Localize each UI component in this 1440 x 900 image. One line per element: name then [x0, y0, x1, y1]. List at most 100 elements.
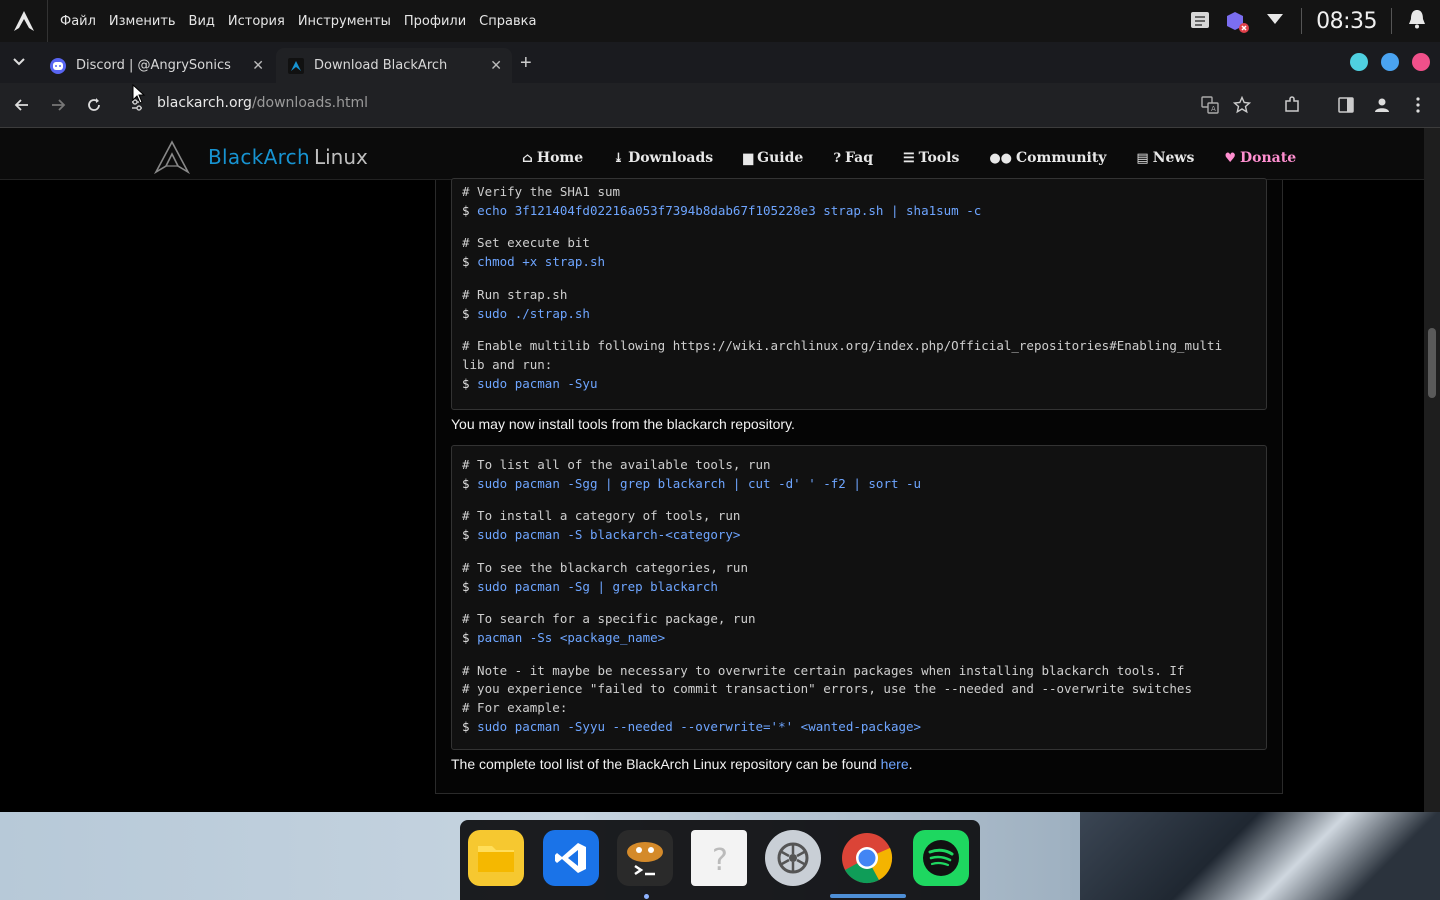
code-gap: [462, 272, 1256, 286]
book-icon: ▆: [743, 150, 754, 166]
code-block-install: # Verify the SHA1 sum $ echo 3f121404fd02…: [451, 178, 1267, 410]
more-menu-icon[interactable]: [1406, 93, 1430, 117]
close-icon[interactable]: ✕: [252, 58, 264, 74]
close-window-button[interactable]: [1412, 53, 1430, 71]
forward-icon[interactable]: [46, 93, 70, 117]
close-icon[interactable]: ✕: [490, 58, 502, 74]
menu-edit[interactable]: Изменить: [109, 14, 176, 29]
home-icon: ⌂: [522, 150, 533, 166]
code-command: $ echo 3f121404fd02216a053f7394b8dab67f1…: [462, 202, 1256, 221]
chrome-icon[interactable]: [839, 830, 895, 886]
code-comment: # you experience "failed to commit trans…: [462, 680, 1256, 699]
tray-separator: [1301, 8, 1303, 34]
code-text: echo 3f121404fd02216a053f7394b8dab67f105…: [477, 202, 982, 218]
bookmark-star-icon[interactable]: [1230, 93, 1254, 117]
code-comment: # For example:: [462, 699, 1256, 718]
translate-icon[interactable]: A: [1198, 93, 1222, 117]
profile-icon[interactable]: [1370, 93, 1394, 117]
download-content-panel: # Verify the SHA1 sum $ echo 3f121404fd02…: [435, 178, 1283, 794]
shield-muted-icon[interactable]: [1223, 8, 1251, 34]
nav-downloads[interactable]: ⤓ Downloads: [613, 150, 713, 166]
code-command: $ sudo pacman -S blackarch-<category>: [462, 526, 1256, 545]
clipboard-icon[interactable]: [1187, 9, 1215, 33]
code-text: sudo pacman -Syu: [477, 375, 598, 391]
back-icon[interactable]: [10, 93, 34, 117]
code-comment: # Verify the SHA1 sum: [462, 183, 1256, 202]
question-file-icon[interactable]: ?: [691, 830, 747, 886]
code-comment: # Set execute bit: [462, 234, 1256, 253]
minimize-button[interactable]: [1350, 53, 1368, 71]
reload-icon[interactable]: [82, 93, 106, 117]
nav-tools[interactable]: ☰ Tools: [903, 150, 959, 166]
address-path: /downloads.html: [251, 95, 368, 111]
nav-label: Home: [536, 150, 584, 166]
tab-search-button[interactable]: [8, 51, 30, 73]
here-link[interactable]: here: [881, 756, 909, 772]
dock-running-dot: [644, 894, 649, 899]
nav-label: Community: [1016, 150, 1107, 166]
list-icon: ☰: [903, 150, 915, 166]
code-text: # To list all of the available tools, ru…: [462, 457, 771, 472]
newspaper-icon: ▤: [1136, 150, 1149, 166]
code-command: $ chmod +x strap.sh: [462, 253, 1256, 272]
code-comment: # To install a category of tools, run: [462, 507, 1256, 526]
code-command: $ sudo pacman -Sgg | grep blackarch | cu…: [462, 475, 1256, 494]
code-comment: # Run strap.sh: [462, 286, 1256, 305]
menu-history[interactable]: История: [228, 14, 285, 29]
spotify-icon[interactable]: [913, 830, 969, 886]
terminal-icon[interactable]: [617, 830, 673, 886]
site-nav-links: ⌂ Home ⤓ Downloads ▆ Guide ? Faq ☰ Tools ●● Co…: [522, 150, 1326, 166]
shell-prompt: $: [462, 202, 478, 218]
nav-label: Tools: [918, 150, 960, 166]
shell-prompt: $: [462, 375, 478, 391]
menu-tools[interactable]: Инструменты: [298, 14, 391, 29]
tab-blackarch[interactable]: Download BlackArch ✕: [276, 48, 512, 83]
desktop-wallpaper: ?: [0, 812, 1440, 900]
nav-news[interactable]: ▤ News: [1136, 150, 1194, 166]
blackarch-icon: [288, 57, 304, 74]
shell-prompt: $: [462, 475, 478, 491]
tab-discord[interactable]: Discord | @AngrySonics ✕: [38, 48, 274, 83]
clock[interactable]: 08:35: [1316, 9, 1377, 34]
new-tab-button[interactable]: +: [520, 53, 532, 73]
code-text: # Note - it maybe be necessary to overwr…: [462, 662, 1185, 678]
arch-logo-icon[interactable]: [0, 0, 48, 42]
nav-community[interactable]: ●● Community: [989, 150, 1106, 166]
shell-prompt: $: [462, 527, 478, 543]
os-top-panel: Файл Изменить Вид История Инструменты Пр…: [0, 0, 1440, 42]
nav-donate[interactable]: ♥ Donate: [1224, 150, 1296, 166]
vscode-icon[interactable]: [543, 830, 599, 886]
code-text: sudo pacman -Syyu --needed --overwrite='…: [477, 718, 922, 734]
nav-faq[interactable]: ? Faq: [833, 150, 873, 166]
prose-end: .: [908, 756, 913, 772]
nav-label: Guide: [757, 150, 804, 166]
page-scrollbar[interactable]: [1424, 128, 1440, 812]
side-panel-icon[interactable]: [1334, 93, 1358, 117]
os-menu-bar: Файл Изменить Вид История Инструменты Пр…: [60, 14, 549, 29]
brand-primary: BlackArch: [208, 145, 310, 169]
download-icon: ⤓: [613, 150, 625, 166]
menu-file[interactable]: Файл: [60, 14, 96, 29]
address-bar[interactable]: blackarch.org/downloads.html: [157, 95, 368, 111]
code-block-usage: # To list all of the available tools, ru…: [451, 445, 1267, 750]
nav-home[interactable]: ⌂ Home: [522, 150, 583, 166]
menu-help[interactable]: Справка: [479, 14, 536, 29]
code-text: sudo pacman -Sg | grep blackarch: [477, 578, 718, 594]
menu-view[interactable]: Вид: [189, 14, 215, 29]
shell-prompt: $: [462, 254, 478, 270]
code-command: $ sudo pacman -Sg | grep blackarch: [462, 578, 1256, 597]
extensions-icon[interactable]: [1280, 93, 1304, 117]
folder-icon[interactable]: [468, 830, 524, 886]
dropdown-triangle-icon[interactable]: [1265, 12, 1287, 30]
gear-icon[interactable]: [765, 830, 821, 886]
code-command: $ pacman -Ss <package_name>: [462, 629, 1256, 648]
code-text: # Run strap.sh: [462, 286, 568, 302]
nav-guide[interactable]: ▆ Guide: [743, 150, 803, 166]
menu-profiles[interactable]: Профили: [404, 14, 466, 29]
maximize-button[interactable]: [1381, 53, 1399, 71]
code-gap: [462, 545, 1256, 559]
scrollbar-thumb[interactable]: [1428, 328, 1436, 398]
bell-icon[interactable]: [1406, 8, 1428, 35]
code-gap: [462, 323, 1256, 337]
site-logo[interactable]: BlackArch Linux: [154, 140, 368, 174]
